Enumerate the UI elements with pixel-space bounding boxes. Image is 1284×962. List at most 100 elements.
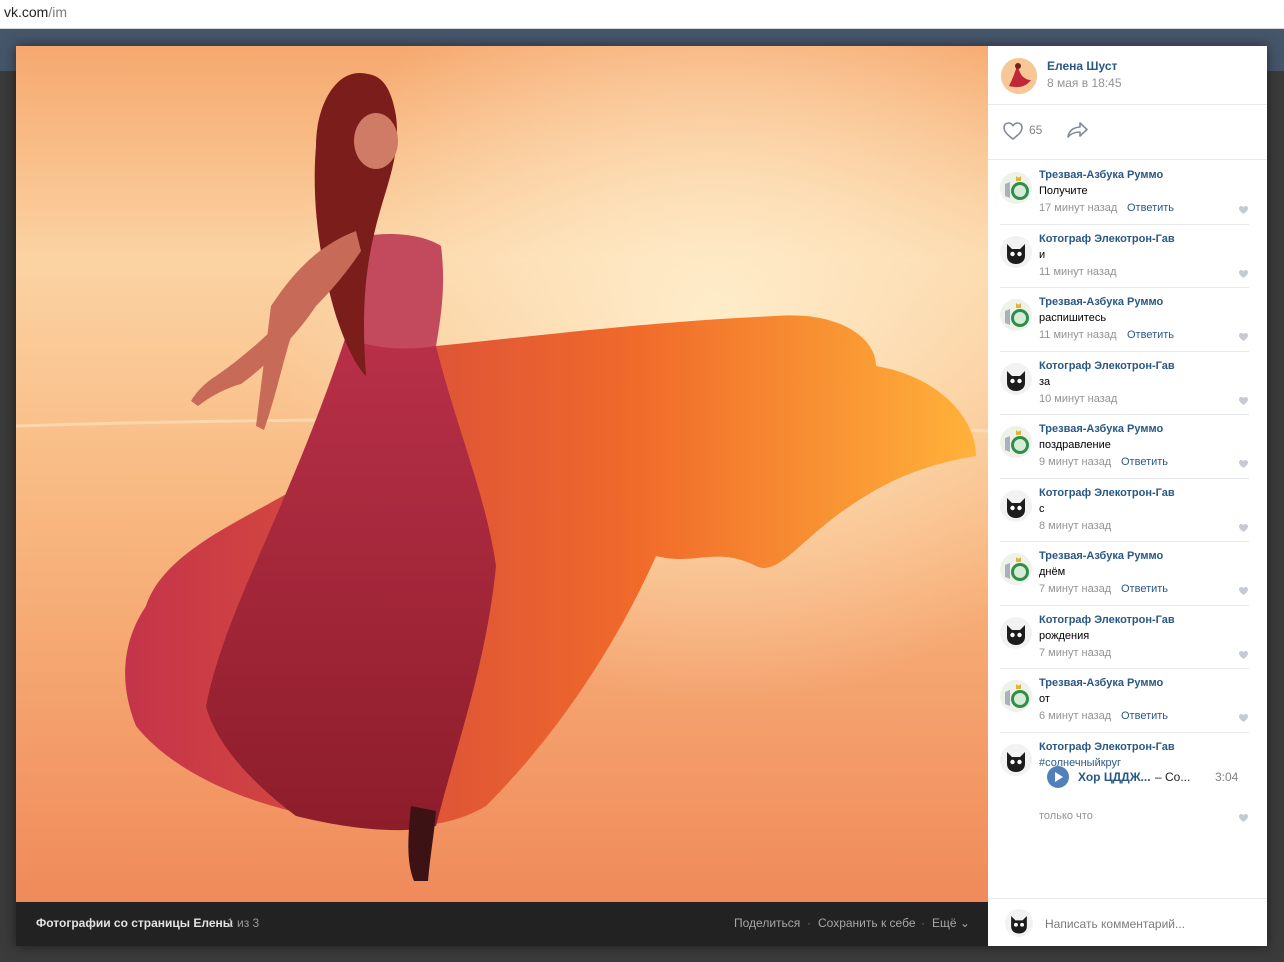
comment-time[interactable]: только что [1039, 810, 1093, 822]
comment-heart-icon[interactable] [1238, 813, 1249, 823]
photo-footer-bar: Фотографии со страницы Елены 1 из 3 Поде… [16, 902, 988, 946]
tea-cup-avatar[interactable] [1000, 299, 1032, 331]
comment-time[interactable]: 11 минут назад [1039, 329, 1117, 341]
comment-item: Котограф Элекотрон-Гав и 11 минут назад [1000, 224, 1249, 288]
comment-time[interactable]: 17 минут назад [1039, 202, 1117, 214]
tea-cup-avatar-image [1000, 299, 1032, 331]
comment-heart-icon[interactable] [1238, 332, 1249, 342]
separator-dot: · [807, 916, 811, 930]
cat-avatar-image [1000, 744, 1032, 776]
photo-sidebar: Елена Шуст 8 мая в 18:45 65 Трезвая-Азбу… [988, 46, 1267, 946]
more-button[interactable]: Ещё ⌄ [932, 916, 970, 930]
tea-cup-avatar[interactable] [1000, 172, 1032, 204]
comment-text: от [1039, 693, 1050, 705]
likes-count[interactable]: 65 [1029, 123, 1042, 137]
heart-icon[interactable] [1002, 121, 1024, 141]
cat-avatar[interactable] [1000, 744, 1032, 776]
reply-link[interactable]: Ответить [1121, 710, 1168, 722]
comment-heart-icon[interactable] [1238, 205, 1249, 215]
url-text[interactable]: vk.com/im [4, 4, 67, 20]
author-avatar[interactable] [1001, 58, 1037, 94]
tea-cup-avatar[interactable] [1000, 553, 1032, 585]
cat-avatar[interactable] [1000, 490, 1032, 522]
reply-link[interactable]: Ответить [1121, 456, 1168, 468]
comment-author[interactable]: Трезвая-Азбука Руммо [1039, 677, 1163, 689]
comment-heart-icon[interactable] [1238, 650, 1249, 660]
comment-heart-icon[interactable] [1238, 523, 1249, 533]
comment-heart-icon[interactable] [1238, 586, 1249, 596]
comment-time[interactable]: 9 минут назад [1039, 456, 1111, 468]
audio-attachment: Хор ЦДДЖ... – Со... 3:04 [1047, 766, 1247, 790]
comment-input[interactable]: Написать комментарий... [1045, 917, 1185, 931]
comment-author[interactable]: Трезвая-Азбука Руммо [1039, 423, 1163, 435]
photo-image[interactable] [16, 46, 988, 902]
comment-heart-icon[interactable] [1238, 713, 1249, 723]
comment-heart-icon[interactable] [1238, 459, 1249, 469]
tea-cup-avatar-image [1000, 426, 1032, 458]
cat-avatar[interactable] [1000, 617, 1032, 649]
play-icon[interactable] [1047, 766, 1069, 788]
cat-avatar[interactable] [1000, 363, 1032, 395]
comment-author[interactable]: Котограф Элекотрон-Гав [1039, 487, 1175, 499]
comment-compose: Написать комментарий... [988, 898, 1267, 947]
url-path: /im [48, 4, 68, 20]
url-host: vk.com [4, 4, 49, 20]
comment-author[interactable]: Котограф Элекотрон-Гав [1039, 233, 1175, 245]
tea-cup-avatar-image [1000, 680, 1032, 712]
photo-viewer: Фотографии со страницы Елены 1 из 3 Поде… [16, 46, 1267, 946]
comment-item: Котограф Элекотрон-Гав #солнечныйкруг Хо… [1000, 732, 1249, 832]
comment-author[interactable]: Котограф Элекотрон-Гав [1039, 741, 1175, 753]
chevron-down-icon: ⌄ [959, 916, 970, 930]
tea-cup-avatar[interactable] [1000, 680, 1032, 712]
reply-link[interactable]: Ответить [1121, 583, 1168, 595]
comment-text: Получите [1039, 185, 1088, 197]
cat-avatar-image [1000, 617, 1032, 649]
comment-time[interactable]: 7 минут назад [1039, 583, 1111, 595]
album-title[interactable]: Фотографии со страницы Елены [36, 916, 233, 930]
reply-link[interactable]: Ответить [1127, 202, 1174, 214]
author-avatar-image [1001, 58, 1037, 94]
comment-time[interactable]: 8 минут назад [1039, 520, 1111, 532]
photo-counter: 1 из 3 [227, 916, 260, 930]
comment-author[interactable]: Котограф Элекотрон-Гав [1039, 614, 1175, 626]
comment-item: Трезвая-Азбука Руммо днём 7 минут назад … [1000, 541, 1249, 606]
comment-author[interactable]: Трезвая-Азбука Руммо [1039, 550, 1163, 562]
comment-time[interactable]: 10 минут назад [1039, 393, 1117, 405]
comment-text: за [1039, 376, 1051, 388]
comment-item: Трезвая-Азбука Руммо распишитесь 11 мину… [1000, 287, 1249, 352]
separator-dot: · [921, 916, 925, 930]
tea-cup-avatar-image [1000, 172, 1032, 204]
comment-item: Трезвая-Азбука Руммо от 6 минут назад От… [1000, 668, 1249, 733]
address-bar[interactable]: vk.com/im [0, 0, 1284, 29]
audio-duration: 3:04 [1215, 770, 1239, 784]
comment-author[interactable]: Трезвая-Азбука Руммо [1039, 169, 1163, 181]
comment-text: и [1039, 249, 1046, 261]
author-name[interactable]: Елена Шуст [1047, 59, 1117, 73]
audio-artist[interactable]: – Со... [1155, 770, 1190, 784]
comment-item: Котограф Элекотрон-Гав за 10 минут назад [1000, 351, 1249, 415]
tea-cup-avatar[interactable] [1000, 426, 1032, 458]
comment-item: Котограф Элекотрон-Гав с 8 минут назад [1000, 478, 1249, 542]
comment-heart-icon[interactable] [1238, 396, 1249, 406]
share-arrow-icon[interactable] [1066, 120, 1090, 140]
comment-text: рождения [1039, 630, 1090, 642]
share-button[interactable]: Поделиться [734, 916, 800, 930]
comment-text: поздравление [1039, 439, 1111, 451]
comment-author[interactable]: Котограф Элекотрон-Гав [1039, 360, 1175, 372]
comment-author[interactable]: Трезвая-Азбука Руммо [1039, 296, 1163, 308]
reply-link[interactable]: Ответить [1127, 329, 1174, 341]
comment-time[interactable]: 11 минут назад [1039, 266, 1117, 278]
save-to-self-button[interactable]: Сохранить к себе [818, 916, 916, 930]
comment-time[interactable]: 7 минут назад [1039, 647, 1111, 659]
post-date[interactable]: 8 мая в 18:45 [1047, 76, 1122, 90]
more-label: Ещё [932, 916, 957, 930]
comment-heart-icon[interactable] [1238, 269, 1249, 279]
audio-title[interactable]: Хор ЦДДЖ... [1078, 770, 1151, 784]
actions-row: 65 [988, 104, 1267, 160]
comment-item: Котограф Элекотрон-Гав рождения 7 минут … [1000, 605, 1249, 669]
post-author-block: Елена Шуст 8 мая в 18:45 [988, 46, 1267, 105]
cat-avatar-image [1005, 909, 1033, 937]
comment-time[interactable]: 6 минут назад [1039, 710, 1111, 722]
cat-avatar-image [1000, 363, 1032, 395]
cat-avatar[interactable] [1000, 236, 1032, 268]
